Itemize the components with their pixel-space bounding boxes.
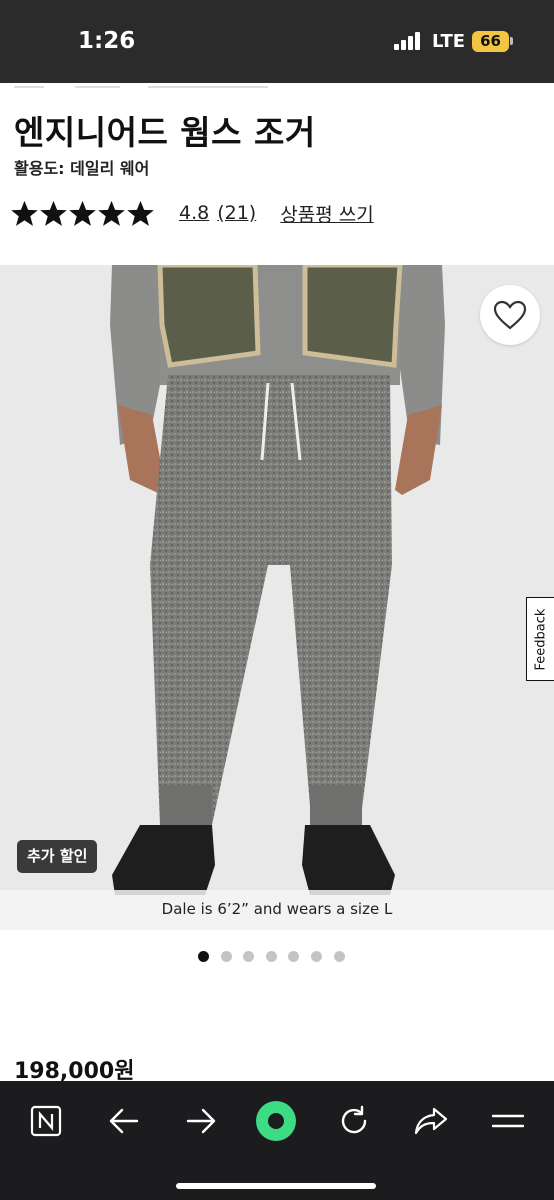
feedback-label: Feedback: [533, 608, 549, 670]
promo-badge: 추가 할인: [17, 840, 98, 873]
battery-cap: [510, 37, 513, 45]
status-bar: 1:26 LTE 66: [0, 0, 554, 83]
reader-mode-icon: [256, 1101, 296, 1141]
back-button[interactable]: [100, 1099, 148, 1143]
carousel-dot[interactable]: [288, 951, 300, 962]
cropped-content: [148, 86, 268, 88]
product-title: 엔지니어드 웜스 조거: [14, 113, 316, 152]
rating-value-link[interactable]: 4.8: [179, 202, 209, 224]
wishlist-button[interactable]: [480, 285, 540, 345]
carousel-dot[interactable]: [198, 951, 209, 962]
signal-strength-icon: [394, 32, 422, 50]
notion-icon: [30, 1105, 62, 1137]
carousel-dot[interactable]: [333, 951, 345, 962]
reload-button[interactable]: [330, 1099, 378, 1143]
carousel-dot[interactable]: [243, 951, 255, 962]
back-arrow-icon: [109, 1108, 139, 1134]
star-icon: [40, 200, 67, 226]
star-icon: [98, 200, 125, 226]
carousel-dot[interactable]: [311, 951, 322, 962]
write-review-link[interactable]: 상품평 쓰기: [280, 200, 373, 227]
cropped-content: [75, 86, 120, 88]
carousel-dot[interactable]: [220, 951, 232, 962]
share-button[interactable]: [407, 1099, 455, 1143]
review-count-link[interactable]: (21): [217, 202, 256, 224]
home-indicator: [176, 1183, 376, 1189]
feedback-tab[interactable]: Feedback: [526, 597, 554, 681]
cropped-content: [14, 86, 44, 88]
reader-mode-button[interactable]: [252, 1099, 300, 1143]
star-rating: [10, 199, 155, 228]
product-activity: 활용도: 데일리 웨어: [14, 159, 150, 178]
notion-button[interactable]: [22, 1099, 70, 1143]
star-icon: [127, 200, 154, 226]
forward-arrow-icon: [186, 1108, 216, 1134]
reload-icon: [341, 1105, 367, 1134]
star-icon: [11, 200, 38, 226]
forward-button[interactable]: [177, 1099, 225, 1143]
rating-row: 4.8 (21) 상품평 쓰기: [10, 196, 374, 230]
status-time: 1:26: [78, 28, 136, 54]
star-icon: [69, 200, 96, 226]
product-photo: [110, 265, 445, 895]
carousel-dot[interactable]: [265, 951, 277, 962]
share-icon: [414, 1107, 448, 1135]
battery-icon: 66: [472, 31, 509, 52]
model-caption: Dale is 6’2” and wears a size L: [0, 890, 554, 930]
menu-button[interactable]: [484, 1099, 532, 1143]
network-type: LTE: [432, 31, 466, 52]
product-image-carousel[interactable]: [0, 265, 554, 930]
menu-icon: [492, 1114, 524, 1128]
carousel-dots: [0, 951, 554, 963]
heart-icon: [493, 300, 527, 330]
